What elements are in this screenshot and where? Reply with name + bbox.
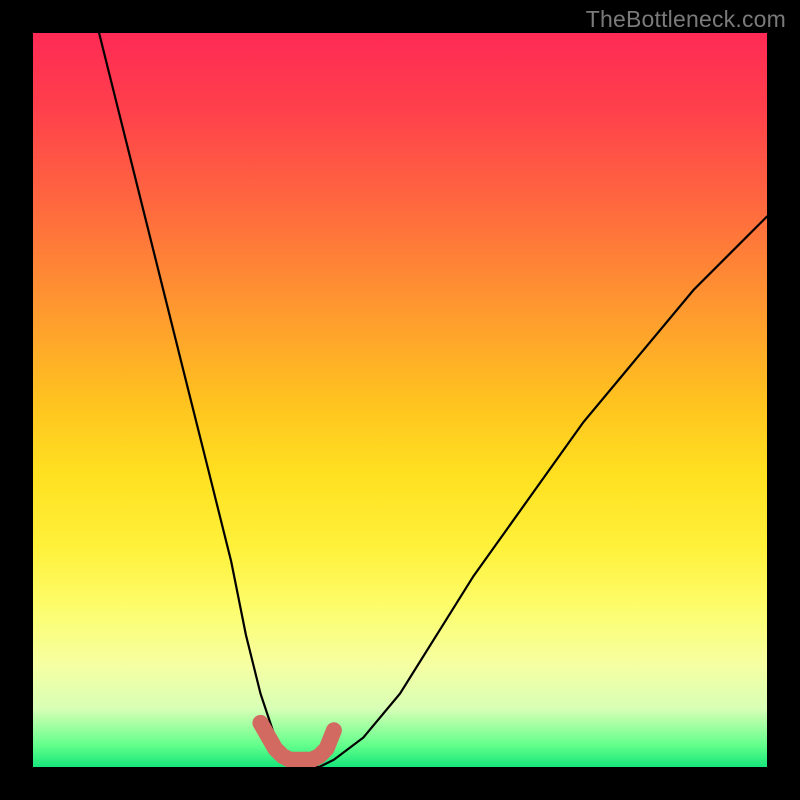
- optimal-zone-dot: [253, 715, 269, 731]
- plot-area: [33, 33, 767, 767]
- optimal-zone-marker: [261, 723, 334, 760]
- chart-frame: TheBottleneck.com: [0, 0, 800, 800]
- chart-svg: [33, 33, 767, 767]
- bottleneck-curve: [99, 33, 767, 767]
- watermark-text: TheBottleneck.com: [586, 6, 786, 33]
